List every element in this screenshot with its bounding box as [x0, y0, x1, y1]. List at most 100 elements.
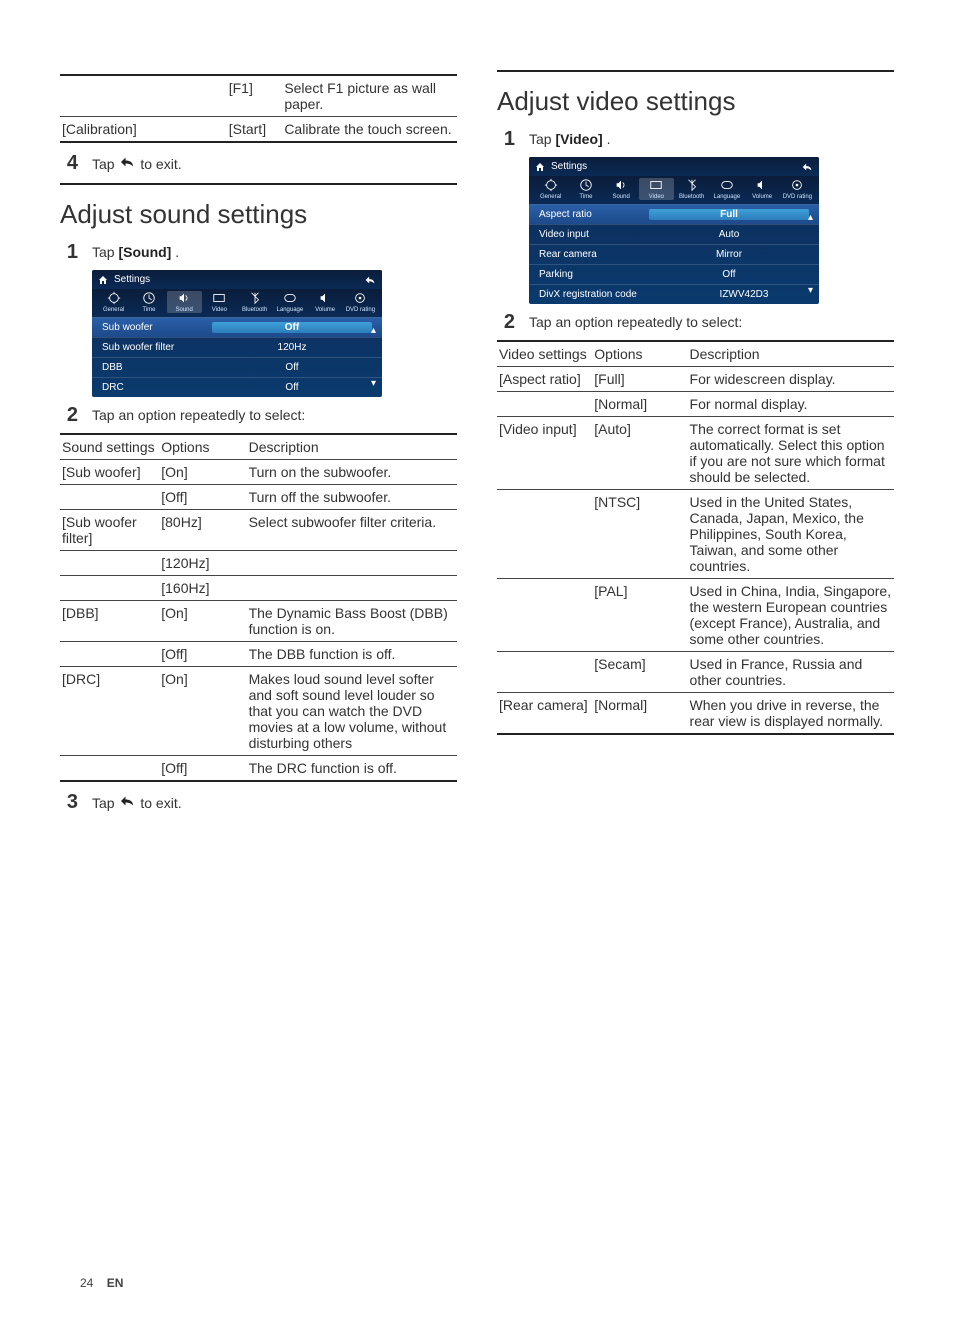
- cell: Select F1 picture as wall paper.: [282, 75, 457, 117]
- step-1-sound: 1 Tap [Sound] .: [60, 242, 457, 262]
- row-label: Sub woofer filter: [102, 342, 212, 353]
- cell: The correct format is set automatically.…: [688, 417, 894, 490]
- ui-title: Settings: [551, 161, 587, 172]
- top-table: [F1] Select F1 picture as wall paper. [C…: [60, 74, 457, 143]
- ui-title: Settings: [114, 274, 150, 285]
- row-label: Sub woofer: [102, 322, 212, 333]
- tab-label: Time: [142, 307, 155, 313]
- cell: [DBB]: [60, 601, 159, 642]
- cell: [60, 551, 159, 576]
- bold-text: [Video]: [555, 131, 602, 147]
- tab-label: Sound: [612, 194, 629, 200]
- row-value: Off: [212, 322, 372, 333]
- step-number: 3: [60, 792, 78, 812]
- page-number: 24: [80, 1276, 93, 1290]
- step-text: Tap to exit.: [92, 792, 457, 812]
- ui-row-aspect: Aspect ratio Full: [529, 204, 819, 224]
- cell: [497, 579, 592, 652]
- cell: [On]: [159, 601, 246, 642]
- row-value: Mirror: [649, 249, 809, 260]
- tab-label: Volume: [315, 307, 335, 313]
- tab-dvd: DVD rating: [780, 178, 815, 200]
- cell: [Off]: [159, 642, 246, 667]
- scroll-arrows: ▴▾: [808, 212, 813, 296]
- step-text: Tap an option repeatedly to select:: [529, 312, 894, 332]
- step-number: 1: [497, 129, 515, 149]
- text: Tap: [92, 795, 118, 811]
- text: to exit.: [140, 156, 181, 172]
- cell: [Calibration]: [60, 117, 227, 143]
- row-value: Off: [212, 382, 372, 393]
- tab-time: Time: [131, 291, 166, 313]
- back-icon: [118, 155, 136, 169]
- cell: The Dynamic Bass Boost (DBB) function is…: [247, 601, 457, 642]
- ui-row-divx: DivX registration code IZWV42D3: [529, 284, 819, 304]
- cell: The DRC function is off.: [247, 756, 457, 782]
- cell: [80Hz]: [159, 510, 246, 551]
- cell: [Full]: [592, 367, 687, 392]
- cell: [497, 490, 592, 579]
- cell: [Auto]: [592, 417, 687, 490]
- step-number: 2: [60, 405, 78, 425]
- cell: Turn off the subwoofer.: [247, 485, 457, 510]
- ui-row-dbb: DBB Off: [92, 357, 382, 377]
- ui-row-subwooferfilter: Sub woofer filter 120Hz: [92, 337, 382, 357]
- cell: [497, 392, 592, 417]
- cell: [PAL]: [592, 579, 687, 652]
- heading-video: Adjust video settings: [497, 70, 894, 117]
- down-arrow-icon: ▾: [371, 378, 376, 389]
- tab-video: Video: [639, 178, 674, 200]
- cell: Used in France, Russia and other countri…: [688, 652, 894, 693]
- cell: Used in the United States, Canada, Japan…: [688, 490, 894, 579]
- step-number: 1: [60, 242, 78, 262]
- row-label: DivX registration code: [539, 289, 679, 300]
- cell: [60, 576, 159, 601]
- text: .: [607, 131, 611, 147]
- tab-volume: Volume: [745, 178, 780, 200]
- step-2-video: 2 Tap an option repeatedly to select:: [497, 312, 894, 332]
- cell: [Normal]: [592, 693, 687, 735]
- cell: [Off]: [159, 756, 246, 782]
- row-label: DBB: [102, 362, 212, 373]
- back-icon: [118, 794, 136, 808]
- step-4: 4 Tap to exit.: [60, 153, 457, 173]
- step-1-video: 1 Tap [Video] .: [497, 129, 894, 149]
- home-icon: [535, 162, 545, 172]
- video-table: Video settings Options Description [Aspe…: [497, 340, 894, 735]
- scroll-arrows: ▴▾: [371, 325, 376, 389]
- cell: [Aspect ratio]: [497, 367, 592, 392]
- cell: Calibrate the touch screen.: [282, 117, 457, 143]
- cell: [DRC]: [60, 667, 159, 756]
- tab-sound: Sound: [604, 178, 639, 200]
- page-lang: EN: [107, 1276, 124, 1290]
- cell: [247, 551, 457, 576]
- tab-label: Volume: [752, 194, 772, 200]
- cell: [120Hz]: [159, 551, 246, 576]
- row-label: Aspect ratio: [539, 209, 649, 220]
- tab-label: Video: [649, 194, 664, 200]
- tab-bluetooth: Bluetooth: [674, 178, 709, 200]
- cell: [F1]: [227, 75, 283, 117]
- row-value: Off: [212, 362, 372, 373]
- tab-bluetooth: Bluetooth: [237, 291, 272, 313]
- up-arrow-icon: ▴: [808, 212, 813, 223]
- tab-dvd: DVD rating: [343, 291, 378, 313]
- tab-label: Sound: [175, 307, 192, 313]
- tab-label: Video: [212, 307, 227, 313]
- cell: The DBB function is off.: [247, 642, 457, 667]
- cell: Used in China, India, Singapore, the wes…: [688, 579, 894, 652]
- row-value: 120Hz: [212, 342, 372, 353]
- tab-label: Time: [579, 194, 592, 200]
- cell: [Sub woofer]: [60, 460, 159, 485]
- cell: Turn on the subwoofer.: [247, 460, 457, 485]
- cell: For widescreen display.: [688, 367, 894, 392]
- text: Tap: [92, 244, 118, 260]
- cell: [60, 75, 227, 117]
- down-arrow-icon: ▾: [808, 285, 813, 296]
- tab-label: General: [540, 194, 561, 200]
- th: Description: [247, 434, 457, 460]
- sound-settings-screenshot: Settings General Time Sound Video Blueto…: [92, 270, 382, 397]
- row-label: Rear camera: [539, 249, 649, 260]
- tab-label: Language: [277, 307, 304, 313]
- text: Tap: [92, 156, 118, 172]
